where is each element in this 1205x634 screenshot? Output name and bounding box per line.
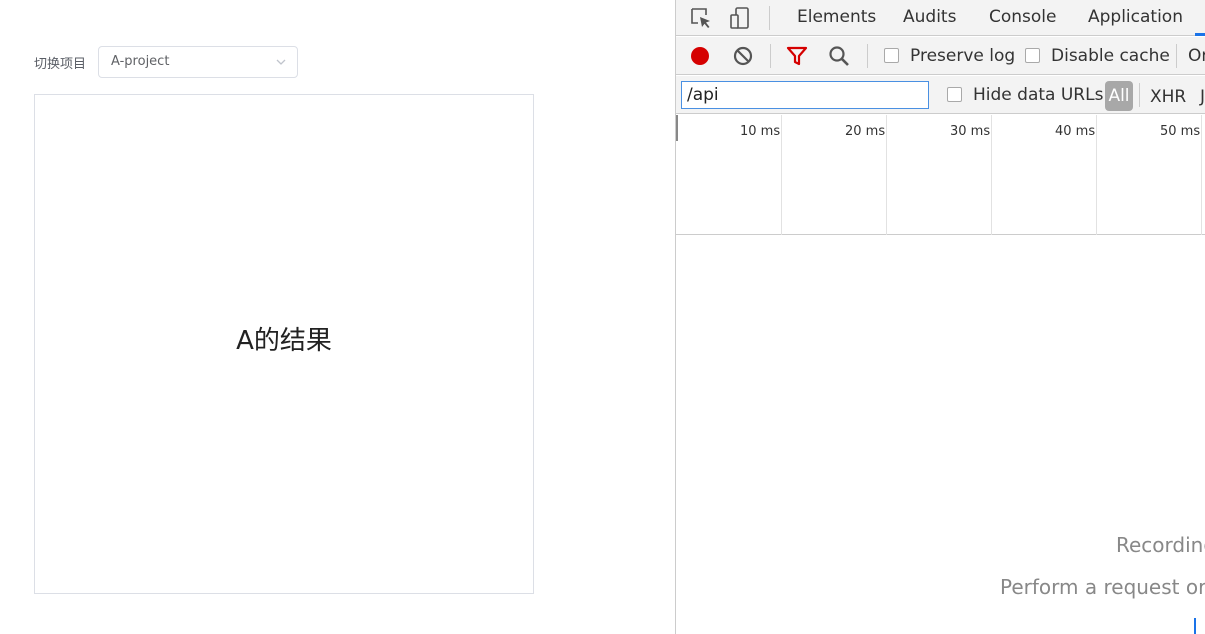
filter-bar: Hide data URLs All XHR J [676,76,1205,114]
disable-cache-label[interactable]: Disable cache [1051,46,1170,66]
recording-status-text: Recording [1116,533,1205,557]
device-toolbar-icon[interactable] [728,5,754,31]
timeline-grid-line [886,115,887,235]
inspect-element-icon[interactable] [688,5,714,31]
switch-project-label: 切换项目 [34,57,87,72]
timeline-tick-label: 50 ms [1160,124,1201,139]
timeline-tick-label: 30 ms [950,124,991,139]
network-toolbar: Preserve log Disable cache Or [676,37,1205,75]
empty-state-hint: Perform a request or h [1000,575,1205,599]
filter-separator [1139,83,1140,107]
tab-elements[interactable]: Elements [797,7,876,27]
timeline-tick-label: 40 ms [1055,124,1096,139]
disable-cache-checkbox[interactable] [1025,48,1040,63]
timeline-overview[interactable]: 10 ms 20 ms 30 ms 40 ms 50 ms [676,115,1205,235]
tab-audits[interactable]: Audits [903,7,956,27]
hide-data-urls-checkbox[interactable] [947,87,962,102]
search-icon[interactable] [828,45,850,67]
reload-link-fragment[interactable] [1194,618,1196,634]
app-panel: 切换项目 A-project A的结果 [0,0,675,634]
filter-type-all[interactable]: All [1105,81,1133,111]
tab-separator [769,6,770,30]
timeline-grid-line [1201,115,1202,235]
result-text: A的结果 [236,325,332,356]
timeline-grid-line [781,115,782,235]
chevron-down-icon [276,59,286,65]
timeline-grid-line [1096,115,1097,235]
devtools-panel: Elements Audits Console Application Pres… [675,0,1205,634]
record-icon[interactable] [689,45,711,67]
project-select[interactable]: A-project [98,46,298,78]
overview-left-handle[interactable] [676,115,678,141]
devtools-tab-bar: Elements Audits Console Application [676,0,1205,36]
tab-application[interactable]: Application [1088,7,1183,27]
project-select-value: A-project [111,54,170,69]
preserve-log-label[interactable]: Preserve log [910,46,1015,66]
filter-type-xhr[interactable]: XHR [1150,87,1186,107]
hide-data-urls-label[interactable]: Hide data URLs [973,85,1103,105]
filter-type-js[interactable]: J [1200,87,1205,107]
timeline-tick-label: 20 ms [845,124,886,139]
toolbar-separator [1176,44,1177,68]
toolbar-separator [867,44,868,68]
timeline-grid-line [991,115,992,235]
throttling-select[interactable]: Or [1188,46,1205,66]
tab-network-indicator [1195,33,1205,36]
filter-icon[interactable] [786,45,808,67]
timeline-tick-label: 10 ms [740,124,781,139]
result-panel: A的结果 [34,94,534,594]
preserve-log-checkbox[interactable] [884,48,899,63]
tab-console[interactable]: Console [989,7,1057,27]
filter-input[interactable] [681,81,929,109]
clear-icon[interactable] [732,45,754,67]
toolbar-separator [770,44,771,68]
